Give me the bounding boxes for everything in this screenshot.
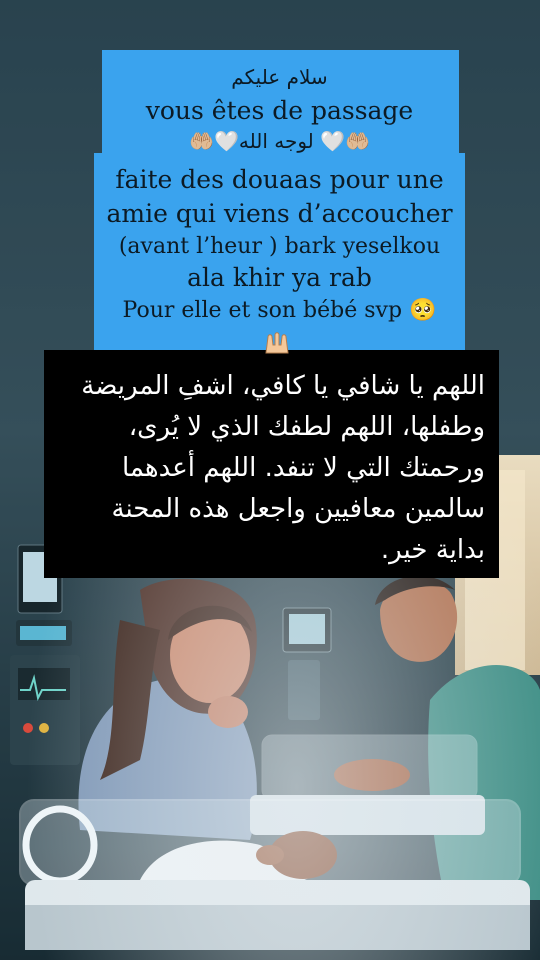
for-god-text: 🤲🏼🤍لوجه الله 🤍🤲🏼 <box>189 129 370 153</box>
greeting-text: سلام عليكم <box>231 65 328 89</box>
request-line-3: (avant l’heur ) bark yeselkou <box>118 234 441 259</box>
praying-hands-icon <box>265 332 289 354</box>
request-line-2: amie qui viens d’accoucher <box>106 199 453 228</box>
story-screen: سلام عليكم vous êtes de passage 🤲🏼🤍لوجه … <box>0 0 540 960</box>
dua-text: اللهم يا شافي يا كافي، اشفِ المريضة وطفل… <box>81 371 485 565</box>
request-line-1: faite des douaas pour une <box>115 165 444 194</box>
request-line-4: ala khir ya rab <box>187 263 372 292</box>
request-line-5: Pour elle et son bébé svp 🥺 <box>122 298 437 323</box>
passing-text: vous êtes de passage <box>145 96 414 125</box>
